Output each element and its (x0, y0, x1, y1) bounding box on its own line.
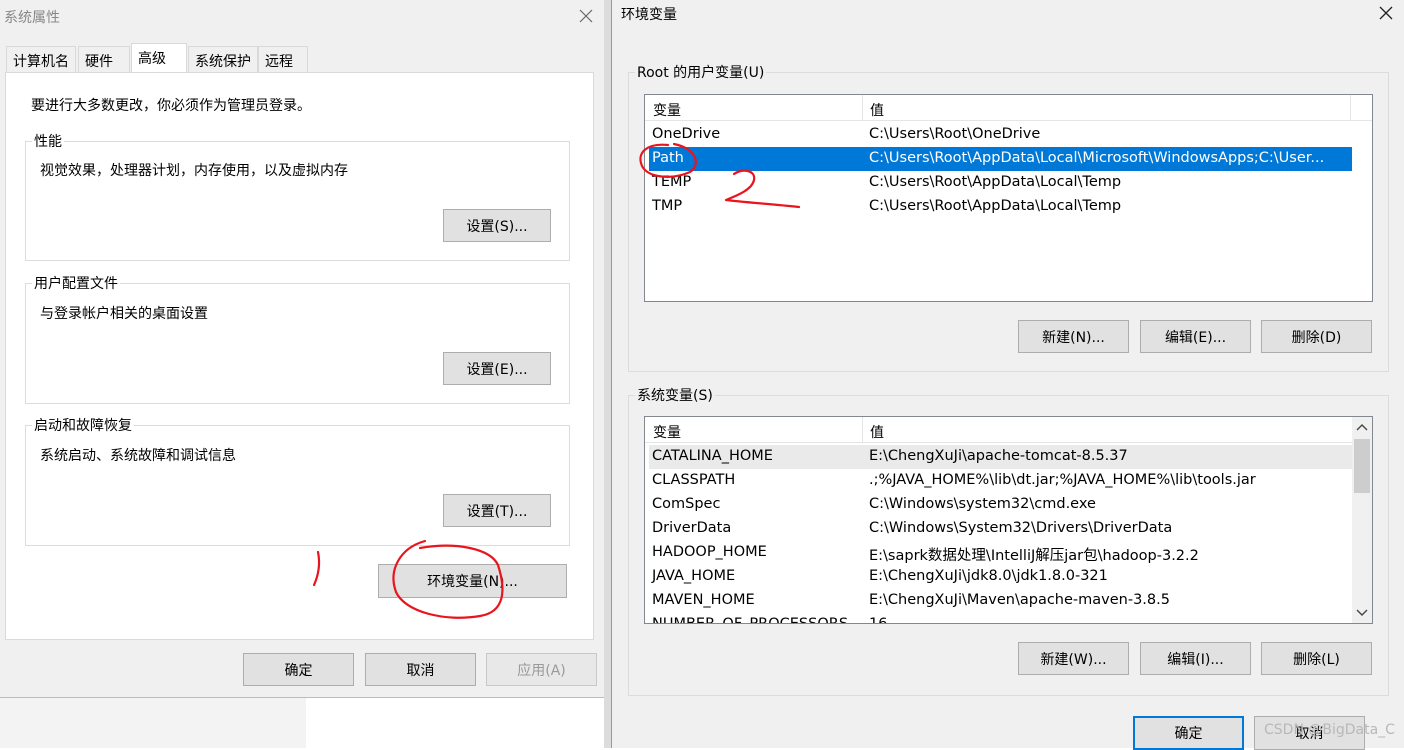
variable-value: C:\Windows\system32\cmd.exe (869, 496, 1096, 512)
list-item[interactable]: JAVA_HOME E:\ChengXuJi\jdk8.0\jdk1.8.0-3… (649, 565, 1352, 589)
column-header-variable[interactable]: 变量 (653, 100, 681, 120)
user-profiles-settings-button[interactable]: 设置(E)... (443, 352, 551, 385)
system-variables-list[interactable]: 变量 值 CATALINA_HOME E:\ChengXuJi\apache-t… (644, 416, 1373, 624)
scroll-thumb[interactable] (1354, 439, 1370, 493)
list-item[interactable]: CLASSPATH .;%JAVA_HOME%\lib\dt.jar;%JAVA… (649, 469, 1352, 493)
variable-name: JAVA_HOME (652, 568, 736, 584)
system-new-button[interactable]: 新建(W)... (1018, 642, 1129, 675)
variable-name: TEMP (652, 174, 692, 190)
user-edit-button[interactable]: 编辑(E)... (1140, 320, 1251, 353)
background-window-edge (0, 698, 306, 748)
variable-value: C:\Users\Root\AppData\Local\Microsoft\Wi… (869, 150, 1325, 166)
tab-computer-name[interactable]: 计算机名 (6, 46, 76, 72)
vertical-scrollbar[interactable] (1352, 417, 1372, 623)
close-icon[interactable] (1371, 0, 1401, 26)
variable-name: OneDrive (652, 126, 721, 142)
tab-advanced[interactable]: 高级 (131, 43, 187, 73)
system-properties-dialog: 系统属性 计算机名 硬件 高级 系统保护 远程 要进行大多数更改，你必须作为管理… (0, 0, 606, 698)
user-variables-list[interactable]: 变量 值 OneDrive C:\Users\Root\OneDrive Pat… (644, 94, 1373, 302)
environment-variables-button[interactable]: 环境变量(N)... (378, 564, 567, 598)
list-item[interactable]: HADOOP_HOME E:\saprk数据处理\IntelliJ解压jar包\… (649, 541, 1352, 565)
list-item[interactable]: MAVEN_HOME E:\ChengXuJi\Maven\apache-mav… (649, 589, 1352, 613)
variable-value: E:\ChengXuJi\Maven\apache-maven-3.8.5 (869, 592, 1170, 608)
variable-name: NUMBER_OF_PROCESSORS (652, 616, 849, 624)
column-divider[interactable] (862, 417, 863, 443)
list-item[interactable]: TMP C:\Users\Root\AppData\Local\Temp (649, 195, 1352, 219)
environment-variables-dialog: 环境变量 Root 的用户变量(U) 变量 值 OneDrive C:\User… (611, 0, 1404, 750)
variable-name: CATALINA_HOME (652, 448, 773, 464)
tab-system-protection[interactable]: 系统保护 (188, 46, 258, 72)
variable-name: MAVEN_HOME (652, 592, 755, 608)
advanced-tab-panel: 要进行大多数更改，你必须作为管理员登录。 性能 视觉效果，处理器计划，内存使用，… (5, 72, 594, 640)
variable-value: 16 (869, 616, 888, 624)
scroll-up-icon[interactable] (1352, 417, 1372, 439)
column-divider[interactable] (1350, 95, 1351, 121)
variable-value: E:\saprk数据处理\IntelliJ解压jar包\hadoop-3.2.2 (869, 548, 1199, 564)
variable-name: HADOOP_HOME (652, 544, 767, 560)
user-delete-button[interactable]: 删除(D) (1261, 320, 1372, 353)
performance-title: 性能 (34, 134, 62, 150)
tab-remote[interactable]: 远程 (258, 46, 308, 72)
watermark: CSDN @BigData_C (1264, 722, 1395, 738)
list-header: 变量 值 (645, 417, 1352, 443)
scroll-down-icon[interactable] (1352, 601, 1372, 623)
variable-name: CLASSPATH (652, 472, 736, 488)
performance-settings-button[interactable]: 设置(S)... (443, 209, 551, 242)
user-variables-title: Root 的用户变量(U) (637, 65, 765, 81)
startup-recovery-title: 启动和故障恢复 (34, 418, 132, 434)
user-profiles-title: 用户配置文件 (34, 276, 118, 292)
variable-value: C:\Users\Root\OneDrive (869, 126, 1041, 142)
list-item-selected[interactable]: Path C:\Users\Root\AppData\Local\Microso… (649, 147, 1352, 171)
list-item[interactable]: CATALINA_HOME E:\ChengXuJi\apache-tomcat… (649, 445, 1352, 469)
list-item[interactable]: OneDrive C:\Users\Root\OneDrive (649, 123, 1352, 147)
list-item[interactable]: NUMBER_OF_PROCESSORS 16 (649, 613, 1352, 624)
user-profiles-desc: 与登录帐户相关的桌面设置 (40, 306, 208, 322)
column-header-variable[interactable]: 变量 (653, 422, 681, 442)
dialog-title: 环境变量 (621, 7, 677, 23)
variable-name: Path (652, 150, 684, 166)
system-variables-title: 系统变量(S) (637, 388, 713, 404)
startup-recovery-settings-button[interactable]: 设置(T)... (443, 494, 551, 527)
variable-value: .;%JAVA_HOME%\lib\dt.jar;%JAVA_HOME%\lib… (869, 472, 1256, 488)
ok-button[interactable]: 确定 (243, 653, 354, 686)
system-delete-button[interactable]: 删除(L) (1261, 642, 1372, 675)
cancel-button[interactable]: 取消 (365, 653, 476, 686)
startup-recovery-desc: 系统启动、系统故障和调试信息 (40, 448, 236, 464)
variable-value: E:\ChengXuJi\jdk8.0\jdk1.8.0-321 (869, 568, 1108, 584)
close-icon[interactable] (574, 4, 598, 28)
column-header-value[interactable]: 值 (870, 422, 884, 442)
tab-hardware[interactable]: 硬件 (78, 46, 130, 72)
column-divider[interactable] (862, 95, 863, 121)
list-item[interactable]: DriverData C:\Windows\System32\Drivers\D… (649, 517, 1352, 541)
variable-name: ComSpec (652, 496, 721, 512)
variable-value: C:\Users\Root\AppData\Local\Temp (869, 174, 1122, 190)
dialog-title: 系统属性 (4, 10, 60, 26)
variable-value: C:\Users\Root\AppData\Local\Temp (869, 198, 1122, 214)
user-new-button[interactable]: 新建(N)... (1018, 320, 1129, 353)
apply-button[interactable]: 应用(A) (486, 653, 597, 686)
list-item[interactable]: ComSpec C:\Windows\system32\cmd.exe (649, 493, 1352, 517)
variable-value: C:\Windows\System32\Drivers\DriverData (869, 520, 1173, 536)
list-item[interactable]: TEMP C:\Users\Root\AppData\Local\Temp (649, 171, 1352, 195)
list-header: 变量 值 (645, 95, 1372, 121)
env-ok-button[interactable]: 确定 (1133, 716, 1244, 750)
variable-name: DriverData (652, 520, 732, 536)
variable-name: TMP (652, 198, 683, 214)
system-edit-button[interactable]: 编辑(I)... (1140, 642, 1251, 675)
admin-note: 要进行大多数更改，你必须作为管理员登录。 (31, 98, 311, 114)
performance-desc: 视觉效果，处理器计划，内存使用，以及虚拟内存 (40, 163, 348, 179)
column-header-value[interactable]: 值 (870, 100, 884, 120)
variable-value: E:\ChengXuJi\apache-tomcat-8.5.37 (869, 448, 1128, 464)
